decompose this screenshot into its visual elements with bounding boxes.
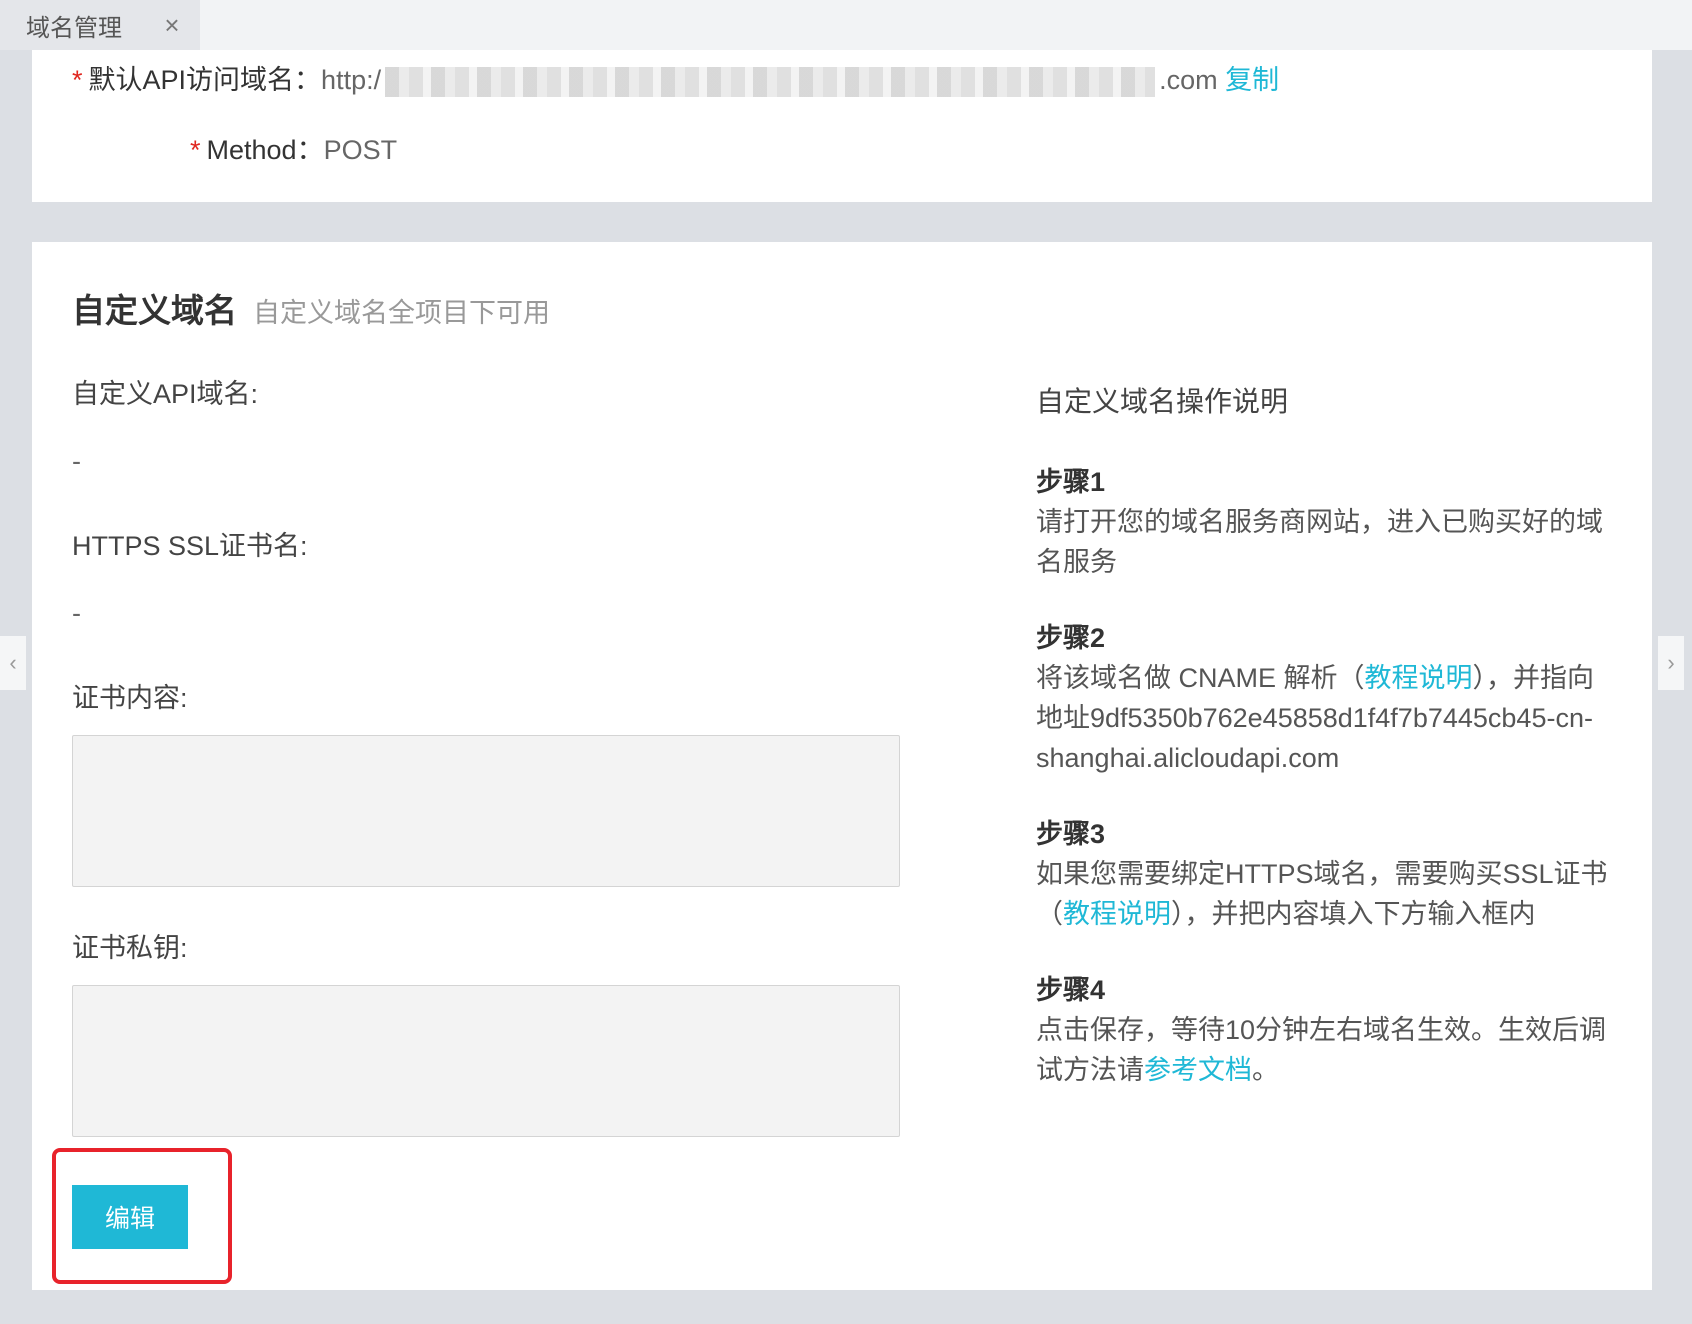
reference-doc-link[interactable]: 参考文档 — [1144, 1055, 1252, 1085]
required-asterisk: * — [190, 135, 201, 165]
close-icon[interactable]: × — [158, 11, 186, 39]
step-text: 如果您需要绑定HTTPS域名，需要购买SSL证书（教程说明），并把内容填入下方输… — [1036, 854, 1616, 934]
api-domain-value: - — [72, 446, 81, 476]
cert-content-input[interactable] — [72, 735, 900, 887]
ssl-name-value: - — [72, 598, 81, 628]
step-title: 步骤2 — [1036, 623, 1106, 653]
method-row: * Method：POST — [190, 128, 397, 167]
tab-domain-management[interactable]: 域名管理 × — [0, 0, 200, 50]
step-text-after: 。 — [1252, 1055, 1279, 1085]
tutorial-link[interactable]: 教程说明 — [1365, 663, 1473, 693]
cert-content-label: 证书内容: — [72, 683, 188, 713]
default-domain-label: 默认API访问域名： — [88, 65, 322, 95]
step-text: 请打开您的域名服务商网站，进入已购买好的域名服务 — [1036, 507, 1603, 577]
section-title: 自定义域名 自定义域名全项目下可用 — [72, 284, 550, 332]
help-panel: 自定义域名操作说明 步骤1 请打开您的域名服务商网站，进入已购买好的域名服务 步… — [1036, 380, 1616, 1126]
cert-key-label: 证书私钥: — [72, 933, 188, 963]
step-title: 步骤1 — [1036, 467, 1106, 497]
step-title: 步骤3 — [1036, 819, 1106, 849]
custom-domain-title: 自定义域名 — [72, 292, 237, 329]
edit-button[interactable]: 编辑 — [72, 1185, 188, 1249]
tab-label: 域名管理 — [26, 14, 122, 42]
step-text: 点击保存，等待10分钟左右域名生效。生效后调试方法请参考文档。 — [1036, 1010, 1616, 1090]
step-2: 步骤2 将该域名做 CNAME 解析（教程说明），并指向地址9df5350b76… — [1036, 618, 1616, 778]
step-1: 步骤1 请打开您的域名服务商网站，进入已购买好的域名服务 — [1036, 462, 1616, 582]
default-domain-card: * 默认API访问域名：http:/.com 复制 * Method：POST — [32, 50, 1652, 202]
required-asterisk: * — [72, 65, 83, 95]
cert-key-input[interactable] — [72, 985, 900, 1137]
chevron-right-icon[interactable]: › — [1658, 636, 1684, 690]
step-title: 步骤4 — [1036, 975, 1106, 1005]
redacted-domain — [385, 66, 1156, 97]
step-text-after: ），并把内容填入下方输入框内 — [1171, 899, 1536, 929]
ssl-name-label: HTTPS SSL证书名: — [72, 531, 308, 561]
method-value: POST — [323, 135, 398, 165]
copy-link[interactable]: 复制 — [1225, 65, 1279, 95]
method-label: Method： — [206, 135, 324, 165]
default-domain-row: * 默认API访问域名：http:/ .com 复制 — [72, 58, 1279, 97]
chevron-left-icon[interactable]: ‹ — [0, 636, 26, 690]
step-4: 步骤4 点击保存，等待10分钟左右域名生效。生效后调试方法请参考文档。 — [1036, 970, 1616, 1090]
tab-bar: 域名管理 × — [0, 0, 1692, 50]
api-domain-label: 自定义API域名: — [72, 379, 259, 409]
step-3: 步骤3 如果您需要绑定HTTPS域名，需要购买SSL证书（教程说明），并把内容填… — [1036, 814, 1616, 934]
help-title: 自定义域名操作说明 — [1036, 386, 1289, 417]
step-text-before: 将该域名做 CNAME 解析（ — [1036, 663, 1365, 693]
custom-domain-subtitle: 自定义域名全项目下可用 — [253, 298, 550, 328]
default-domain-value-prefix: http:/ — [321, 65, 382, 95]
step-text-before: 点击保存，等待10分钟左右域名生效。生效后调试方法请 — [1036, 1015, 1607, 1085]
custom-domain-card: 自定义域名 自定义域名全项目下可用 自定义API域名: - HTTPS SSL证书… — [32, 242, 1652, 1290]
default-domain-value-suffix: .com — [1159, 65, 1218, 95]
tutorial-link[interactable]: 教程说明 — [1063, 899, 1171, 929]
step-text: 将该域名做 CNAME 解析（教程说明），并指向地址9df5350b762e45… — [1036, 658, 1616, 778]
